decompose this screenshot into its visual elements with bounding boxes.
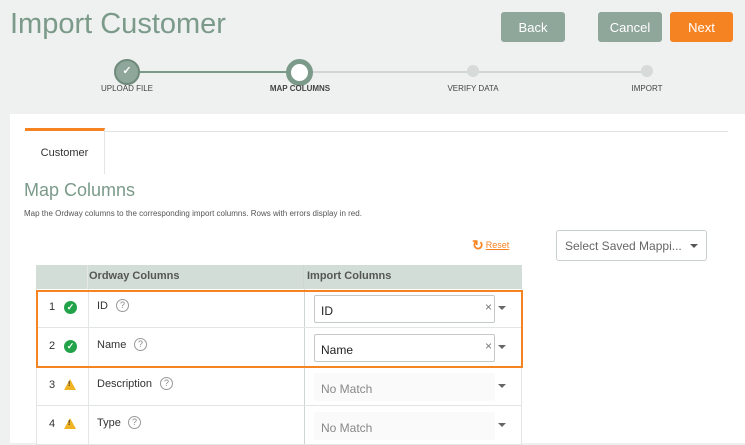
import-column-value: ID — [321, 304, 333, 318]
import-column-value: Name — [321, 343, 354, 357]
import-column-select[interactable]: No Match — [314, 412, 495, 440]
ordway-field-name: ID — [97, 300, 108, 312]
cancel-button[interactable]: Cancel — [598, 12, 662, 42]
step-dot-upload-file: ✓ — [114, 59, 140, 85]
step-line-done — [127, 71, 299, 73]
clear-icon[interactable]: × — [485, 339, 492, 353]
reset-link[interactable]: ↻ Reset — [472, 237, 509, 254]
tab-strip — [25, 131, 728, 132]
chevron-down-icon[interactable] — [498, 384, 506, 388]
column-header-ordway: Ordway Columns — [89, 270, 180, 282]
ordway-field-name: Name — [97, 339, 127, 351]
column-header-import: Import Columns — [307, 270, 392, 282]
table-row: 1 ✓ ID ? ID × — [36, 289, 522, 328]
warning-icon: ! — [64, 418, 76, 429]
mapping-table: Ordway Columns Import Columns 1 ✓ ID ? I… — [36, 265, 522, 445]
refresh-icon: ↻ — [472, 237, 484, 253]
check-icon: ✓ — [122, 65, 132, 77]
step-dot-map-columns — [286, 59, 313, 86]
step-label-upload-file: UPLOAD FILE — [100, 84, 153, 93]
clear-icon[interactable]: × — [485, 300, 492, 314]
step-label-verify-data: VERIFY DATA — [447, 84, 499, 93]
import-column-select[interactable]: No Match — [314, 373, 495, 401]
check-circle-icon: ✓ — [64, 340, 77, 353]
ordway-field-name: Type — [97, 417, 121, 429]
help-icon[interactable]: ? — [116, 299, 129, 312]
step-label-map-columns: MAP COLUMNS — [269, 84, 331, 93]
saved-mapping-select[interactable]: Select Saved Mappi... — [556, 230, 707, 261]
section-description: Map the Ordway columns to the correspond… — [24, 209, 362, 218]
chevron-down-icon — [690, 244, 698, 248]
row-number: 1 — [49, 301, 56, 313]
import-column-select[interactable]: Name — [314, 334, 495, 362]
import-column-value: No Match — [321, 382, 373, 396]
table-header: Ordway Columns Import Columns — [36, 265, 522, 289]
reset-label: Reset — [485, 240, 510, 250]
help-icon[interactable]: ? — [134, 338, 147, 351]
ordway-field-name: Description — [97, 378, 153, 390]
chevron-down-icon[interactable] — [498, 306, 506, 310]
import-column-select[interactable]: ID — [314, 295, 495, 323]
page-title: Import Customer — [10, 8, 226, 40]
warning-icon: ! — [64, 379, 76, 390]
back-button[interactable]: Back — [501, 12, 565, 42]
table-row: 2 ✓ Name ? Name × — [36, 328, 522, 367]
table-row: 3 ! Description ? No Match — [36, 367, 522, 406]
section-title: Map Columns — [24, 180, 136, 200]
help-icon[interactable]: ? — [160, 377, 173, 390]
saved-mapping-placeholder: Select Saved Mappi... — [565, 239, 682, 253]
tab-customer[interactable]: Customer — [25, 128, 105, 174]
chevron-down-icon[interactable] — [498, 423, 506, 427]
import-column-value: No Match — [321, 421, 373, 435]
step-label-import: IMPORT — [631, 84, 663, 93]
step-dot-verify-data — [467, 65, 479, 77]
row-number: 2 — [49, 340, 56, 352]
check-circle-icon: ✓ — [64, 301, 77, 314]
next-button[interactable]: Next — [670, 12, 733, 42]
table-row: 4 ! Type ? No Match — [36, 406, 522, 445]
step-dot-import — [641, 65, 653, 77]
chevron-down-icon[interactable] — [498, 345, 506, 349]
row-number: 4 — [49, 418, 56, 430]
row-number: 3 — [49, 379, 56, 391]
progress-stepper: ✓ UPLOAD FILE MAP COLUMNS VERIFY DATA IM… — [0, 55, 745, 105]
help-icon[interactable]: ? — [128, 416, 141, 429]
content-card: Customer Map Columns Map the Ordway colu… — [10, 114, 745, 445]
